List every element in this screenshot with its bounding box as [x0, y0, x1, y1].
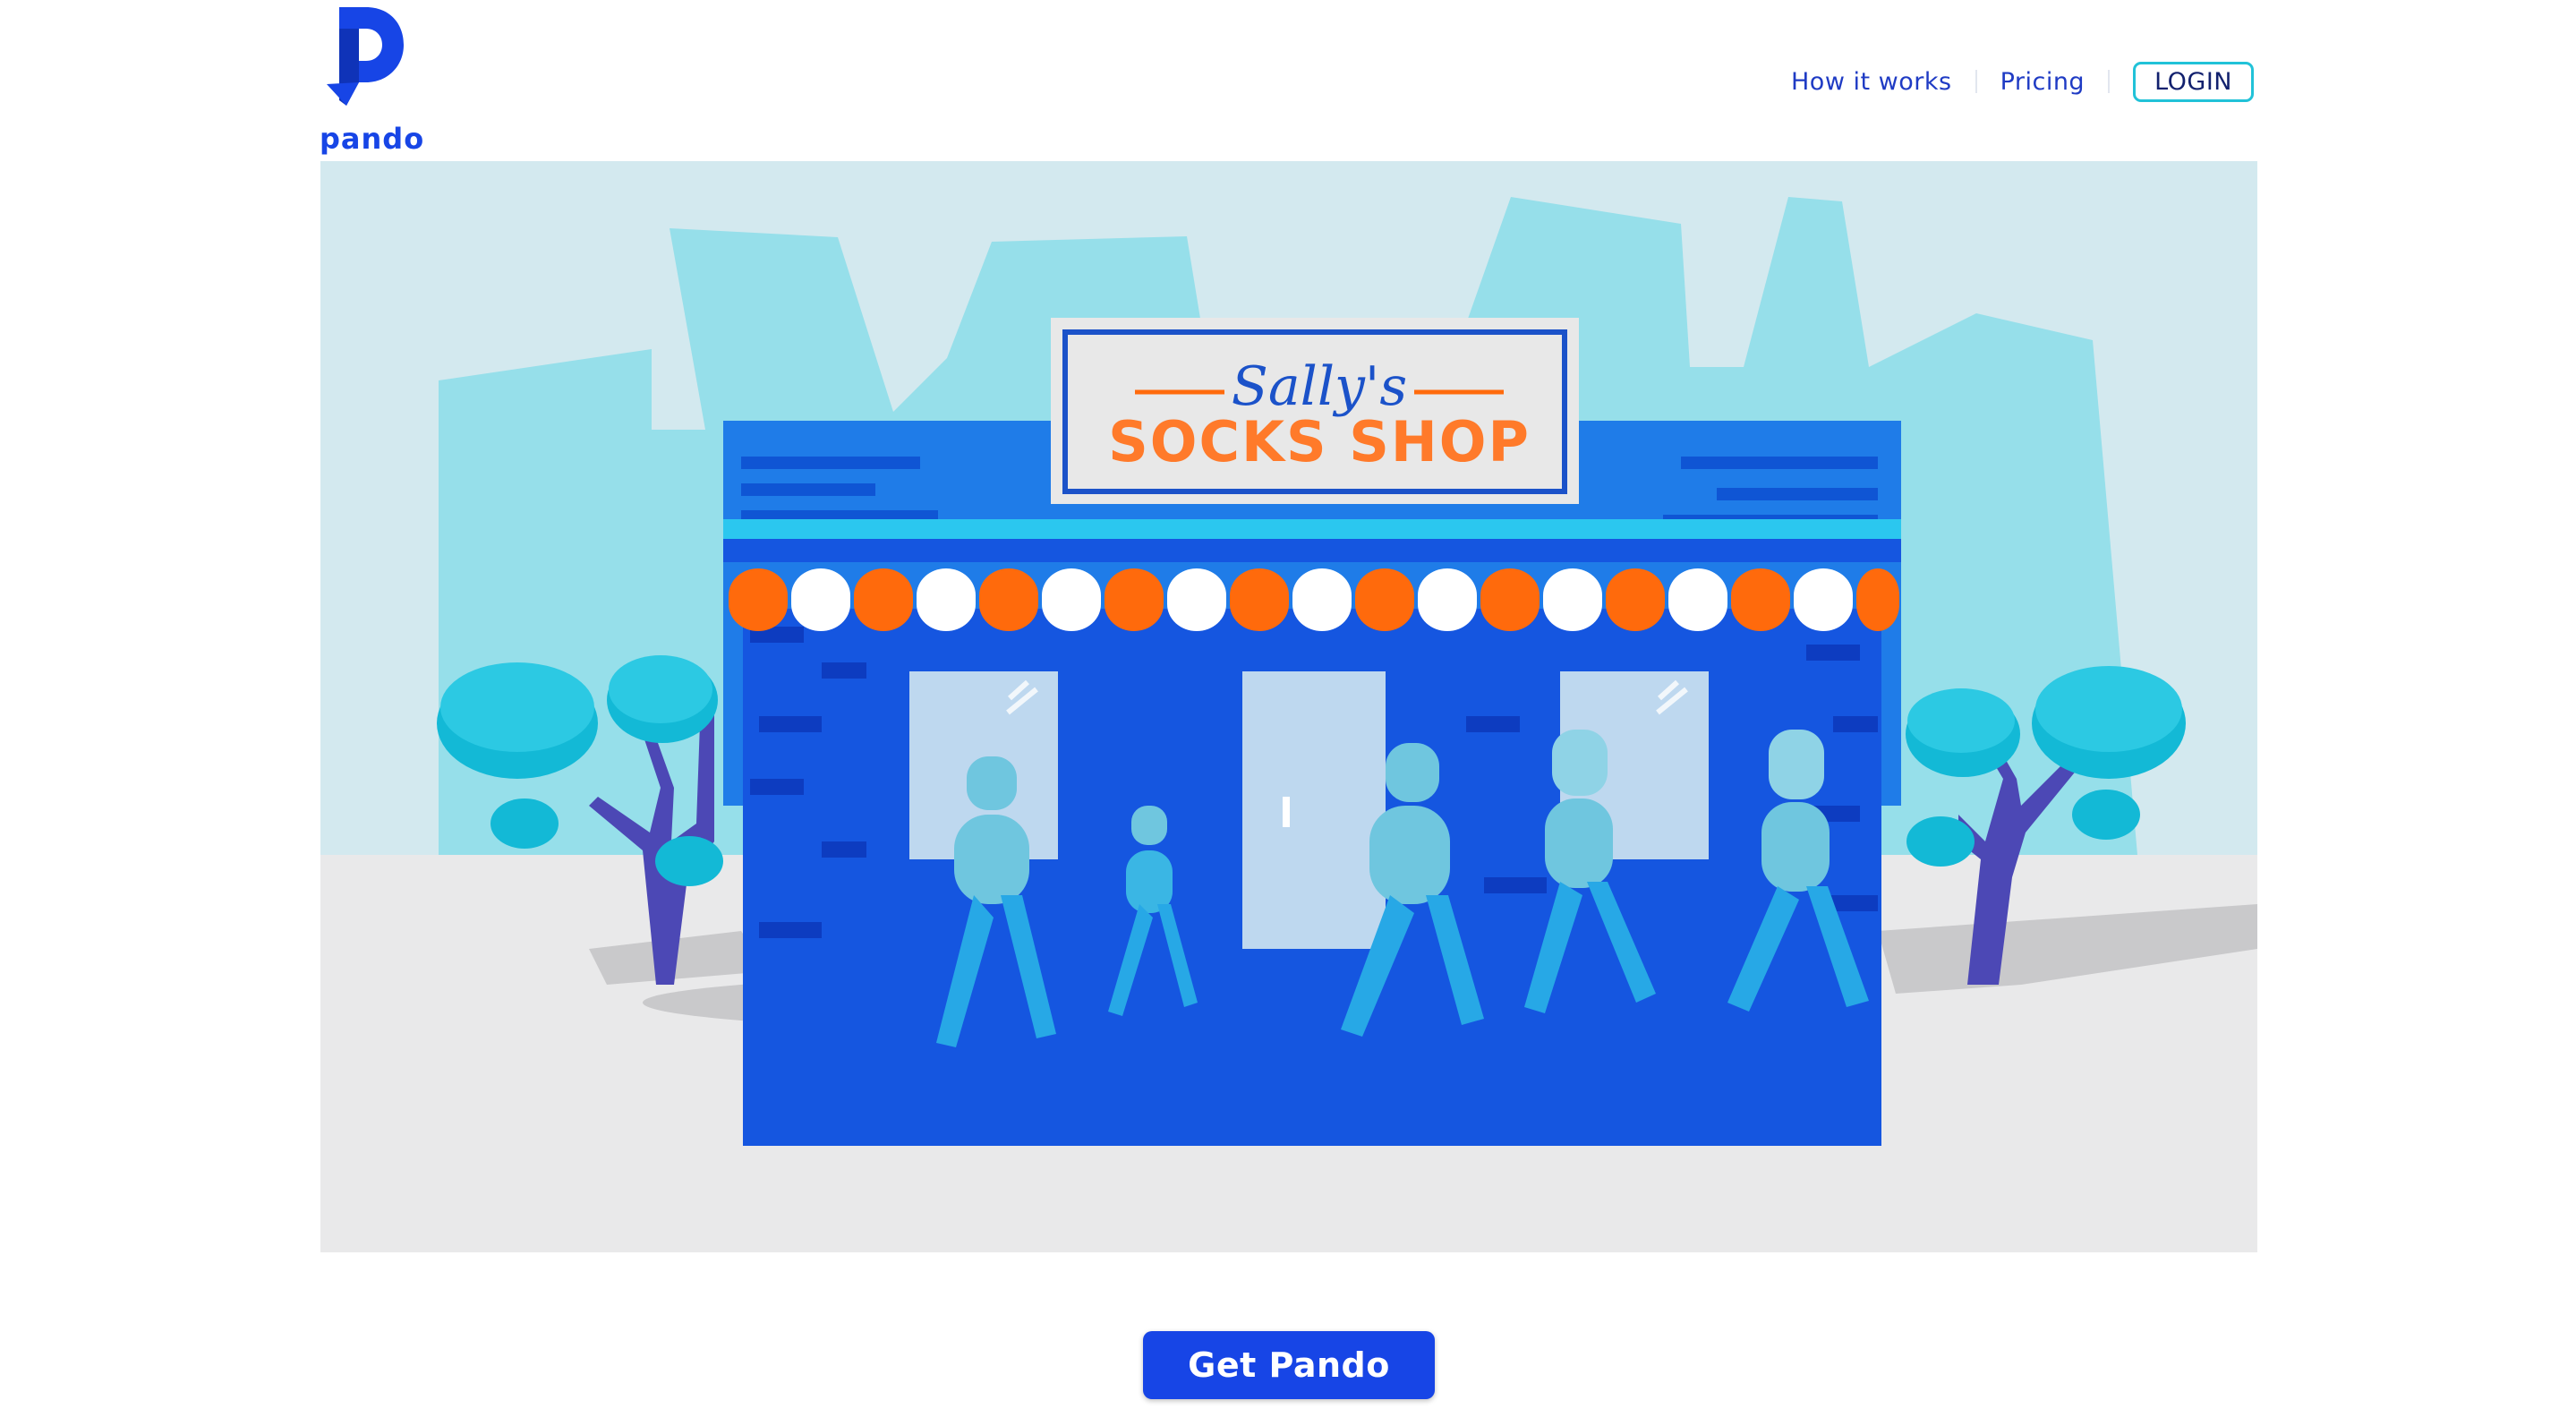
- get-pando-button[interactable]: Get Pando: [1143, 1331, 1435, 1399]
- nav-how-it-works[interactable]: How it works: [1791, 68, 1952, 96]
- hero-video[interactable]: Sally's SOCKS SHOP: [320, 161, 2257, 1252]
- top-nav: How it works Pricing LOGIN: [1791, 61, 2254, 102]
- hero-illustration: Sally's SOCKS SHOP: [320, 161, 2257, 1252]
- login-button[interactable]: LOGIN: [2133, 61, 2254, 102]
- logo-wordmark: pando: [320, 122, 425, 156]
- pando-logo-icon: [327, 7, 404, 106]
- nav-divider: [2108, 70, 2111, 93]
- nav-pricing[interactable]: Pricing: [2000, 68, 2086, 96]
- nav-divider: [1975, 70, 1977, 93]
- pando-logo[interactable]: pando: [320, 7, 423, 156]
- sign-title: SOCKS SHOP: [1108, 409, 1531, 474]
